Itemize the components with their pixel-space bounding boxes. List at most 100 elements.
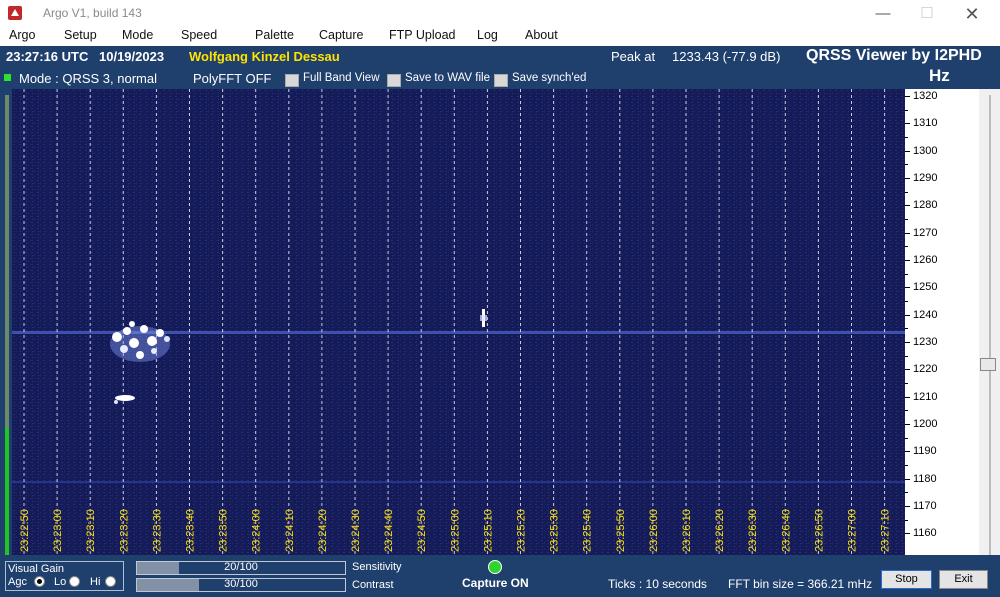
capture-status: Capture ON — [462, 576, 529, 590]
menu-argo[interactable]: Argo — [9, 28, 35, 42]
freq-tick — [905, 259, 910, 261]
freq-tick — [905, 505, 910, 507]
time-tick-label: 23:26:30 — [747, 509, 759, 552]
window-title: Argo V1, build 143 — [43, 6, 142, 20]
time-tick-label: 23:24:10 — [284, 509, 296, 552]
time-tick-label: 23:23:30 — [151, 509, 163, 552]
freq-minor-tick — [905, 191, 908, 193]
status-led-icon — [4, 74, 11, 81]
time-tick-label: 23:25:30 — [549, 509, 561, 552]
menu-palette[interactable]: Palette — [255, 28, 294, 42]
freq-tick — [905, 341, 910, 343]
waterfall-display[interactable]: 23:22:50 23:23:00 23:23:10 23:23:20 23:23:30… — [12, 89, 905, 555]
freq-tick-label: 1290 — [913, 171, 938, 184]
time-tick-label: 23:25:50 — [615, 509, 627, 552]
polyfft-status[interactable]: PolyFFT OFF — [193, 71, 271, 86]
freq-tick — [905, 123, 910, 125]
sensitivity-slider[interactable]: 20/100 — [136, 561, 346, 575]
maximize-icon[interactable]: ☐ — [917, 4, 937, 24]
freq-tick — [905, 478, 910, 480]
waterfall-svg: 23:22:50 23:23:00 23:23:10 23:23:20 23:23:30… — [12, 89, 905, 555]
close-icon[interactable]: ✕ — [962, 4, 982, 24]
time-tick-label: 23:26:40 — [780, 509, 792, 552]
time-tick-label: 23:25:20 — [516, 509, 528, 552]
freq-tick-label: 1210 — [913, 390, 938, 403]
freq-minor-tick — [905, 328, 908, 330]
freq-tick — [905, 232, 910, 234]
time-tick-label: 23:25:00 — [449, 509, 461, 552]
menu-log[interactable]: Log — [477, 28, 498, 42]
time-tick-label: 23:23:00 — [52, 509, 64, 552]
minimize-icon[interactable]: — — [873, 4, 893, 24]
contrast-value: 30/100 — [224, 578, 258, 590]
time-tick-label: 23:26:10 — [681, 509, 693, 552]
info-bar: 23:27:16 UTC 10/19/2023 Wolfgang Kinzel … — [0, 46, 1000, 68]
time-tick-label: 23:22:50 — [19, 509, 31, 552]
time-tick-label: 23:26:20 — [714, 509, 726, 552]
freq-minor-tick — [905, 492, 908, 494]
menu-about[interactable]: About — [525, 28, 558, 42]
time-tick-label: 23:23:10 — [85, 509, 97, 552]
freq-tick-label: 1230 — [913, 335, 938, 348]
freq-tick-label: 1180 — [913, 472, 937, 485]
date-label: 10/19/2023 — [99, 49, 165, 64]
sensitivity-label: Sensitivity — [352, 561, 402, 573]
vertical-slider-thumb[interactable] — [980, 358, 996, 371]
menu-mode[interactable]: Mode — [122, 28, 153, 42]
sensitivity-value: 20/100 — [224, 561, 258, 573]
freq-tick-label: 1200 — [913, 417, 938, 430]
time-tick-label: 23:26:50 — [813, 509, 825, 552]
freq-tick-label: 1250 — [913, 281, 938, 294]
capture-led-icon — [488, 560, 502, 574]
freq-tick-label: 1160 — [913, 527, 937, 540]
contrast-slider[interactable]: 30/100 — [136, 578, 346, 592]
freq-tick-label: 1190 — [913, 445, 937, 458]
title-bar: Argo V1, build 143 — ☐ ✕ — [0, 0, 1000, 27]
freq-tick-label: 1240 — [913, 308, 938, 321]
time-tick-label: 23:26:00 — [648, 509, 660, 552]
app-name: QRSS Viewer by I2PHD — [806, 47, 982, 64]
save-synched-checkbox[interactable] — [494, 74, 508, 87]
freq-minor-tick — [905, 136, 908, 138]
time-tick-label: 23:24:50 — [416, 509, 428, 552]
menu-setup[interactable]: Setup — [64, 28, 97, 42]
time-tick-label: 23:25:10 — [482, 509, 494, 552]
time-tick-label: 23:24:30 — [350, 509, 362, 552]
freq-tick — [905, 287, 910, 289]
mode-text: Mode : QRSS 3, normal — [19, 71, 157, 86]
agc-radio[interactable] — [34, 576, 45, 587]
freq-tick-label: 1300 — [913, 144, 938, 157]
freq-tick — [905, 314, 910, 316]
save-wav-checkbox[interactable] — [387, 74, 401, 87]
freq-tick — [905, 533, 910, 535]
freq-minor-tick — [905, 218, 908, 220]
time-tick-label: 23:23:50 — [218, 509, 230, 552]
peak-value: 1233.43 (-77.9 dB) — [672, 49, 781, 64]
full-band-view-label: Full Band View — [303, 72, 380, 84]
menu-speed[interactable]: Speed — [181, 28, 217, 42]
visual-gain-group: Visual Gain Agc Lo Hi — [5, 561, 124, 591]
menu-bar: Argo Setup Mode Speed Palette Capture FT… — [0, 27, 1000, 46]
station-name: Wolfgang Kinzel Dessau — [189, 49, 340, 64]
freq-tick — [905, 96, 910, 97]
time-tick-label: 23:24:20 — [317, 509, 329, 552]
freq-minor-tick — [905, 300, 908, 302]
freq-minor-tick — [905, 382, 908, 384]
app-logo-icon[interactable] — [8, 6, 22, 20]
freq-minor-tick — [905, 246, 908, 248]
time-tick-label: 23:27:10 — [880, 509, 892, 552]
full-band-view-checkbox[interactable] — [285, 74, 299, 87]
freq-tick — [905, 369, 910, 371]
peak-label: Peak at — [611, 49, 656, 64]
hi-radio[interactable] — [105, 576, 116, 587]
freq-tick-label: 1310 — [913, 117, 938, 130]
stop-button[interactable]: Stop — [881, 570, 932, 589]
contrast-label: Contrast — [352, 579, 394, 591]
freq-tick-label: 1170 — [913, 499, 937, 512]
save-wav-label: Save to WAV file — [405, 72, 491, 84]
vertical-slider-track[interactable] — [989, 95, 991, 555]
menu-ftp-upload[interactable]: FTP Upload — [389, 28, 455, 42]
exit-button[interactable]: Exit — [939, 570, 988, 589]
lo-radio[interactable] — [69, 576, 80, 587]
menu-capture[interactable]: Capture — [319, 28, 363, 42]
